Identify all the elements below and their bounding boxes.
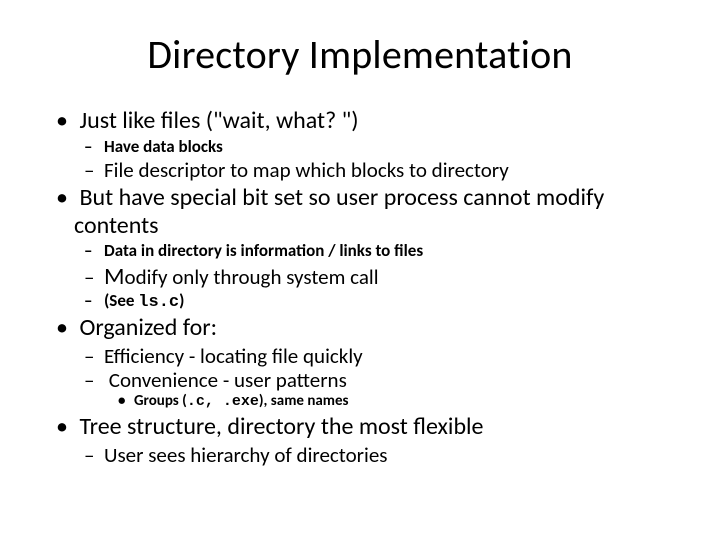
bullet-4-1: User sees hierarchy of directories	[104, 443, 670, 467]
bullet-1-1: Have data blocks	[104, 137, 670, 157]
bullet-3-2-1-post: ), same names	[259, 392, 349, 410]
bullet-3-sublist: Efficiency - locating file quickly Conve…	[74, 344, 670, 411]
bullet-2-2-rest: odify only through system call	[125, 264, 379, 290]
slide-title: Directory Implementation	[50, 30, 670, 79]
bullet-2-sublist-b: Modify only through system call (See ls.…	[74, 263, 670, 312]
bullet-3-2-sublist: Groups (.c, .exe), same names	[104, 392, 670, 411]
bullet-list: Just like files ("wait, what? ") Have da…	[50, 107, 670, 467]
slide: Directory Implementation Just like files…	[0, 0, 720, 540]
bullet-4-text: Tree structure, directory the most flexi…	[79, 412, 483, 441]
bullet-1: Just like files ("wait, what? ") Have da…	[74, 107, 670, 182]
bullet-1-sublist: Have data blocks	[74, 137, 670, 157]
bullet-2-3: (See ls.c)	[104, 291, 670, 313]
bullet-1-text: Just like files ("wait, what? ")	[79, 106, 358, 135]
bullet-3-2: Convenience - user patterns Groups (.c, …	[104, 368, 670, 411]
bullet-4: Tree structure, directory the most flexi…	[74, 413, 670, 467]
bullet-3-1: Efficiency - locating file quickly	[104, 344, 670, 368]
bullet-2-sublist-a: Data in directory is information / links…	[74, 241, 670, 261]
bullet-3-2-text: Convenience - user patterns	[109, 367, 347, 393]
bullet-2-3-post: )	[179, 290, 184, 311]
bullet-3: Organized for: Efficiency - locating fil…	[74, 314, 670, 411]
bullet-2: But have special bit set so user process…	[74, 184, 670, 312]
bullet-2-text: But have special bit set so user process…	[74, 183, 604, 240]
bullet-2-3-pre: (See	[104, 290, 138, 311]
bullet-3-2-1-pre: Groups (	[134, 392, 187, 410]
bullet-2-1: Data in directory is information / links…	[104, 241, 670, 261]
bullet-2-2-cap: M	[104, 262, 125, 291]
bullet-1-2: File descriptor to map which blocks to d…	[104, 158, 670, 182]
bullet-1-sublist-b: File descriptor to map which blocks to d…	[74, 158, 670, 182]
bullet-4-sublist: User sees hierarchy of directories	[74, 443, 670, 467]
bullet-3-text: Organized for:	[79, 313, 217, 342]
bullet-3-2-1-code: .c, .exe	[187, 393, 259, 410]
bullet-3-2-1: Groups (.c, .exe), same names	[134, 392, 670, 411]
bullet-2-2: Modify only through system call	[104, 263, 670, 291]
bullet-2-3-code: ls.c	[138, 293, 179, 312]
